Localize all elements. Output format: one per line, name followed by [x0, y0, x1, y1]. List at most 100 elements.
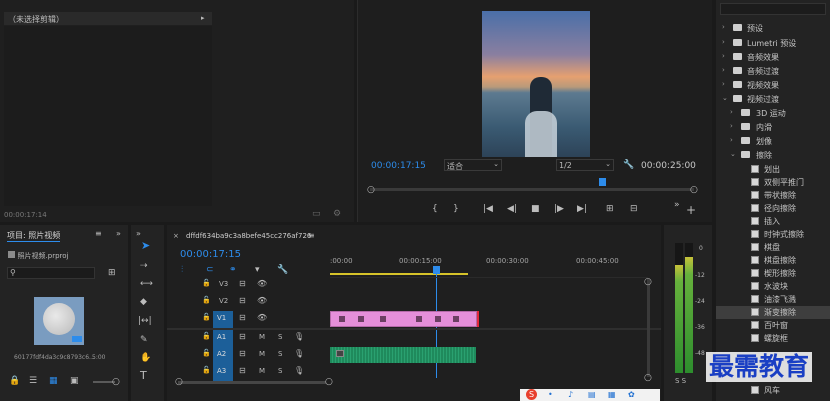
effects-item-slide[interactable]: › 内滑 [716, 121, 826, 134]
effects-item-presets[interactable]: › 预设 [716, 22, 826, 35]
effects-item-venetian-blinds[interactable]: 百叶窗 [716, 319, 826, 332]
toggle-output-icon[interactable]: ⊟ [239, 332, 246, 341]
effects-item-gradient-wipe[interactable]: 渐变擦除 [716, 306, 830, 319]
step-forward-icon[interactable]: |▶ [554, 204, 564, 214]
track-label-a2[interactable]: A2 [213, 347, 233, 364]
wrench-icon[interactable]: 🔧 [623, 160, 634, 170]
effects-item-wipe-slide-out[interactable]: 划出 [716, 163, 826, 176]
effects-search[interactable] [720, 3, 826, 15]
track-label-a1[interactable]: A1 [213, 330, 233, 347]
effects-item-audio-transitions[interactable]: › 音频过渡 [716, 65, 826, 78]
effects-item-water-block[interactable]: 水波块 [716, 280, 826, 293]
timeline-playhead[interactable] [433, 266, 440, 274]
effects-item-video-effects[interactable]: › 视频效果 [716, 79, 826, 92]
video-clip[interactable] [330, 311, 477, 327]
program-timecode[interactable]: 00:00:17:15 [371, 161, 426, 171]
extract-icon[interactable]: ⊟ [630, 204, 638, 214]
lock-icon[interactable]: 🔓 [202, 279, 211, 287]
clip-thumbnail[interactable] [34, 297, 84, 345]
scroll-handle-bottom[interactable]: ○ [644, 373, 652, 383]
solo-button[interactable]: S [278, 333, 282, 341]
solo-button[interactable]: S [278, 367, 282, 375]
project-search[interactable]: ⚲ [7, 267, 95, 279]
lock-icon[interactable]: 🔓 [202, 349, 211, 357]
slip-tool-icon[interactable]: |↔| [138, 316, 152, 326]
track-select-tool-icon[interactable]: ⇢ [140, 261, 148, 271]
effects-item-checkerboard[interactable]: 棋盘 [716, 241, 826, 254]
zoom-slider-handle[interactable]: ○ [112, 377, 120, 387]
snap-icon[interactable]: ⫶ [181, 265, 183, 275]
scrub-bar[interactable] [370, 188, 694, 191]
mic-icon[interactable]: 🎙 [294, 349, 304, 358]
expand-icon[interactable]: » [116, 229, 121, 239]
fit-dropdown[interactable]: 适合 ⌄ [444, 159, 502, 171]
mute-button[interactable]: M [259, 333, 265, 341]
toggle-output-icon[interactable]: ⊟ [239, 349, 246, 358]
track-a2[interactable]: 🔓 A2 ⊟ M S 🎙 [197, 347, 330, 364]
eye-icon[interactable]: 👁 [257, 296, 267, 305]
track-v2[interactable]: 🔓 V2 ⊟ 👁 [197, 294, 330, 311]
lock-icon[interactable]: 🔓 [202, 366, 211, 374]
time-ruler[interactable]: :00:00 00:00:15:00 00:00:30:00 00:00:45:… [330, 255, 648, 277]
effects-item-paint-splatter[interactable]: 油漆飞溅 [716, 293, 826, 306]
lock-icon[interactable]: 🔓 [202, 332, 211, 340]
lock-icon[interactable]: 🔓 [202, 313, 211, 321]
hand-tool-icon[interactable]: ✋ [140, 353, 151, 363]
mark-out-icon[interactable]: } [453, 204, 459, 214]
lock-icon[interactable]: 🔒 [9, 376, 20, 386]
effects-item-3d-motion[interactable]: › 3D 运动 [716, 107, 826, 120]
scrub-start-handle[interactable]: ○ [367, 185, 375, 195]
more-icon[interactable]: » [674, 200, 680, 210]
mic-icon[interactable]: 🎙 [294, 332, 304, 341]
eye-icon[interactable]: 👁 [257, 313, 267, 322]
menu-icon[interactable]: ≡ [308, 231, 315, 241]
scroll-handle-left[interactable]: ○ [175, 377, 183, 387]
scrub-end-handle[interactable]: ○ [690, 185, 698, 195]
source-clip-title[interactable]: （未选择剪辑） [4, 12, 212, 25]
playhead-marker[interactable] [599, 178, 606, 186]
toggle-output-icon[interactable]: ⊟ [239, 279, 246, 288]
scroll-handle-right[interactable]: ○ [325, 377, 333, 387]
list-view-icon[interactable]: ☰ [29, 376, 37, 386]
mic-icon[interactable]: 🎙 [294, 366, 304, 375]
go-to-out-icon[interactable]: ▶| [577, 204, 587, 214]
track-label-v1[interactable]: V1 [213, 311, 233, 328]
mark-in-icon[interactable]: { [432, 204, 438, 214]
type-tool-icon[interactable]: T [140, 370, 147, 381]
lift-icon[interactable]: ⊞ [606, 204, 614, 214]
effects-item-wipe[interactable]: ⌄ 擦除 [716, 149, 826, 162]
toggle-output-icon[interactable]: ⊟ [239, 296, 246, 305]
sequence-tab[interactable]: dffdf634ba9c3a8befe45cc276af726 [186, 232, 311, 240]
mute-button[interactable]: M [259, 367, 265, 375]
freeform-view-icon[interactable]: ▣ [70, 376, 79, 386]
track-label-a3[interactable]: A3 [213, 364, 233, 381]
effects-item-spiral-boxes[interactable]: 螺旋框 [716, 332, 826, 345]
linked-selection-icon[interactable]: ⚭ [229, 265, 237, 275]
marker-icon[interactable]: ▾ [255, 265, 260, 275]
timeline-timecode[interactable]: 00:00:17:15 [180, 249, 241, 260]
track-v3[interactable]: 🔓 V3 ⊟ 👁 [197, 277, 330, 294]
go-to-in-icon[interactable]: |◀ [483, 204, 493, 214]
effects-item-band-wipe[interactable]: 带状擦除 [716, 189, 826, 202]
effects-item-radial-wipe[interactable]: 径向擦除 [716, 202, 826, 215]
stop-icon[interactable]: ■ [531, 204, 540, 214]
toggle-output-icon[interactable]: ⊟ [239, 366, 246, 375]
link-icon[interactable]: ⊂ [206, 265, 214, 275]
audio-clip[interactable] [330, 347, 476, 363]
work-area-bar[interactable] [330, 273, 468, 275]
meter-solo-buttons[interactable]: S S [675, 377, 686, 385]
effects-item-clock-wipe[interactable]: 时钟式擦除 [716, 228, 826, 241]
pen-tool-icon[interactable]: ✎ [140, 335, 148, 345]
effects-item-audio-effects[interactable]: › 音频效果 [716, 51, 826, 64]
scroll-handle-top[interactable]: ○ [644, 277, 652, 287]
track-v1[interactable]: 🔓 V1 ⊟ 👁 [197, 311, 330, 328]
toggle-output-icon[interactable]: ⊟ [239, 313, 246, 322]
horizontal-scrollbar[interactable] [178, 381, 326, 384]
wrench-icon[interactable]: 🔧 [277, 265, 288, 275]
quality-dropdown[interactable]: 1/2 ⌄ [556, 159, 614, 171]
effects-item-video-transitions[interactable]: ⌄ 视频过渡 [716, 93, 826, 106]
effects-item-checker-wipe[interactable]: 棋盘擦除 [716, 254, 826, 267]
ripple-edit-tool-icon[interactable]: ⟷ [140, 279, 153, 289]
solo-button[interactable]: S [278, 350, 282, 358]
close-icon[interactable]: × [173, 231, 179, 241]
